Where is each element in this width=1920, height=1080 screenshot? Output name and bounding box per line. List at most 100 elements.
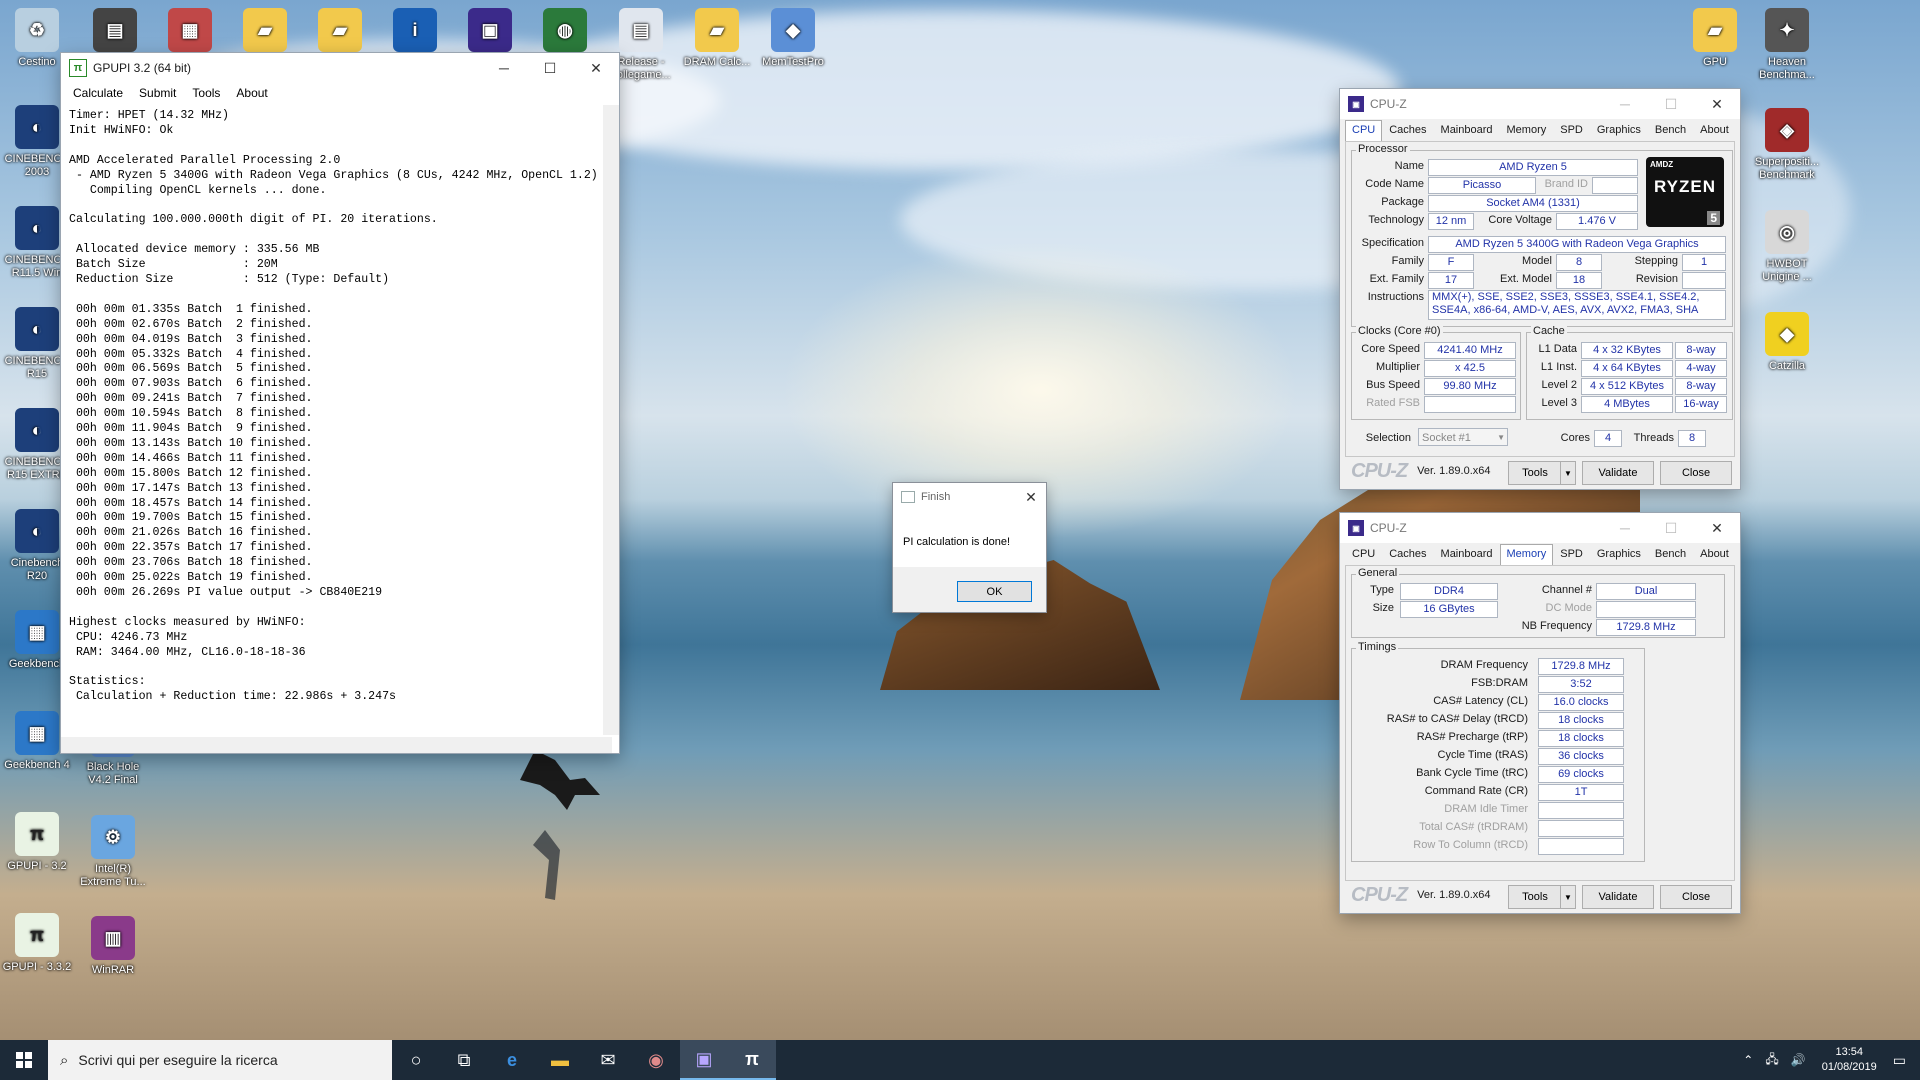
cpuz-title-bar[interactable]: ▣ CPU-Z ─ ☐ ✕ [1340,513,1740,543]
desktop-top-shortcut[interactable]: ▤ [80,8,150,56]
chevron-down-icon: ▼ [1497,433,1505,442]
mail-icon[interactable]: ✉ [584,1040,632,1080]
horizontal-scrollbar[interactable] [61,737,612,753]
gpupi-title-bar[interactable]: π GPUPI 3.2 (64 bit) ─ ☐ ✕ [61,53,619,83]
menu-calculate[interactable]: Calculate [65,86,131,100]
tab-bench[interactable]: Bench [1648,120,1693,142]
output-log: Timer: HPET (14.32 MHz) Init HWiNFO: Ok … [69,109,598,704]
explorer-icon[interactable]: ▬ [536,1040,584,1080]
search-box[interactable]: ⌕ Scrivi qui per eseguire la ricerca [48,1040,392,1080]
menu-submit[interactable]: Submit [131,86,184,100]
heaven-icon: ✦ [1765,8,1809,52]
desktop-left2-shortcut[interactable]: ▥ WinRAR [78,916,148,977]
close-icon[interactable]: ✕ [573,53,619,83]
tools-dropdown-icon[interactable]: ▼ [1560,461,1576,485]
desktop-top-shortcut[interactable]: ▰ GPU [1680,8,1750,69]
tab-mainboard[interactable]: Mainboard [1434,120,1500,142]
tools-button[interactable]: Tools [1508,461,1562,485]
close-button[interactable]: Close [1660,885,1732,909]
ok-button[interactable]: OK [957,581,1032,602]
maximize-icon[interactable]: ☐ [1648,513,1694,543]
tools-dropdown-icon[interactable]: ▼ [1560,885,1576,909]
cpuz-cpu-window[interactable]: ▣ CPU-Z ─ ☐ ✕ CPU Caches Mainboard Memor… [1340,89,1740,489]
maximize-icon[interactable]: ☐ [527,53,573,83]
tab-caches[interactable]: Caches [1382,120,1433,142]
desktop-top-shortcut[interactable]: ◍ [530,8,600,56]
tab-caches[interactable]: Caches [1382,544,1433,566]
desktop-right-shortcut[interactable]: ◆ Catzilla [1752,312,1822,373]
tab-about[interactable]: About [1693,544,1736,566]
task-view-icon[interactable]: ⧉ [440,1040,488,1080]
app-icon[interactable]: ◉ [632,1040,680,1080]
close-icon[interactable]: ✕ [1694,513,1740,543]
tab-mainboard[interactable]: Mainboard [1434,544,1500,566]
start-button[interactable] [0,1040,48,1080]
tab-bench[interactable]: Bench [1648,544,1693,566]
shortcut-label: Geekbench 4 [4,759,70,771]
desktop-right-shortcut[interactable]: ◈ Superpositi... Benchmark [1752,108,1822,182]
revision-label: Revision [1635,273,1678,285]
tab-graphics[interactable]: Graphics [1590,544,1648,566]
desktop-top-shortcut[interactable]: ◆ MemTestPro [758,8,828,69]
desktop-top-shortcut[interactable]: i [380,8,450,56]
desktop-left-shortcut[interactable]: π GPUPI - 3.3.2 [2,913,72,974]
multiplier-label: Multiplier [1375,361,1420,373]
desktop-top-shortcut[interactable]: ✦ Heaven Benchma... [1752,8,1822,82]
l3-value: 4 MBytes [1581,396,1673,413]
finish-dialog[interactable]: Finish ✕ PI calculation is done! OK [893,483,1046,612]
socket-select[interactable]: Socket #1 ▼ [1418,428,1508,446]
cpuz-logo: CPU-Z [1351,459,1408,482]
desktop-top-shortcut[interactable]: ▰ [230,8,300,56]
geekbench-icon: ▦ [15,610,59,654]
cortana-icon[interactable]: ○ [392,1040,440,1080]
dialog-title-bar[interactable]: Finish ✕ [893,483,1046,511]
minimize-icon[interactable]: ─ [481,53,527,83]
close-button[interactable]: Close [1660,461,1732,485]
volume-icon[interactable]: 🔊 [1791,1053,1806,1067]
close-icon[interactable]: ✕ [1016,482,1046,512]
minimize-icon[interactable]: ─ [1602,89,1648,119]
menu-tools[interactable]: Tools [184,86,228,100]
menu-about[interactable]: About [228,86,275,100]
tab-spd[interactable]: SPD [1553,544,1590,566]
timing-label: CAS# Latency (CL) [1433,695,1528,707]
desktop-top-shortcut[interactable]: ▰ [305,8,375,56]
tab-spd[interactable]: SPD [1553,120,1590,142]
cpuz-memory-window[interactable]: ▣ CPU-Z ─ ☐ ✕ CPU Caches Mainboard Memor… [1340,513,1740,913]
desktop-top-shortcut[interactable]: ▰ DRAM Calc... [682,8,752,69]
threads-label: Threads [1633,432,1674,444]
desktop-left2-shortcut[interactable]: ⚙ Intel(R) Extreme Tu... [78,815,148,889]
gpupi-window[interactable]: π GPUPI 3.2 (64 bit) ─ ☐ ✕ Calculate Sub… [61,53,619,753]
clock[interactable]: 13:54 01/08/2019 [1822,1045,1877,1075]
desktop-right-shortcut[interactable]: ◎ HWBOT Unigine ... [1752,210,1822,284]
tools-button[interactable]: Tools [1508,885,1562,909]
tab-cpu[interactable]: CPU [1345,120,1383,142]
notification-icon[interactable]: ▭ [1893,1052,1906,1069]
tab-memory[interactable]: Memory [1500,120,1554,142]
close-icon[interactable]: ✕ [1694,89,1740,119]
desktop-top-shortcut[interactable]: ▦ [155,8,225,56]
package-label: Package [1381,196,1424,208]
gpupi-icon[interactable]: π [728,1040,776,1080]
tab-graphics[interactable]: Graphics [1590,120,1648,142]
tab-memory[interactable]: Memory [1499,544,1554,566]
type-value: DDR4 [1400,583,1498,600]
tab-cpu[interactable]: CPU [1345,544,1382,566]
validate-button[interactable]: Validate [1582,461,1654,485]
cpuz-title-bar[interactable]: ▣ CPU-Z ─ ☐ ✕ [1340,89,1740,119]
vertical-scrollbar[interactable] [603,105,619,735]
desktop-left-shortcut[interactable]: π GPUPI - 3.2 [2,812,72,873]
network-icon[interactable]: 🖧 [1765,1050,1778,1071]
validate-button[interactable]: Validate [1582,885,1654,909]
chevron-up-icon[interactable]: ⌃ [1743,1053,1753,1067]
tab-about[interactable]: About [1693,120,1736,142]
cinebench-icon: ◐ [15,307,59,351]
edge-icon[interactable]: e [488,1040,536,1080]
maximize-icon[interactable]: ☐ [1648,89,1694,119]
desktop-top-shortcut[interactable]: ▣ [455,8,525,56]
type-label: Type [1370,584,1394,596]
cpuz-icon[interactable]: ▣ [680,1040,728,1080]
nbfreq-value: 1729.8 MHz [1596,619,1696,636]
name-value: AMD Ryzen 5 [1428,159,1638,176]
minimize-icon[interactable]: ─ [1602,513,1648,543]
